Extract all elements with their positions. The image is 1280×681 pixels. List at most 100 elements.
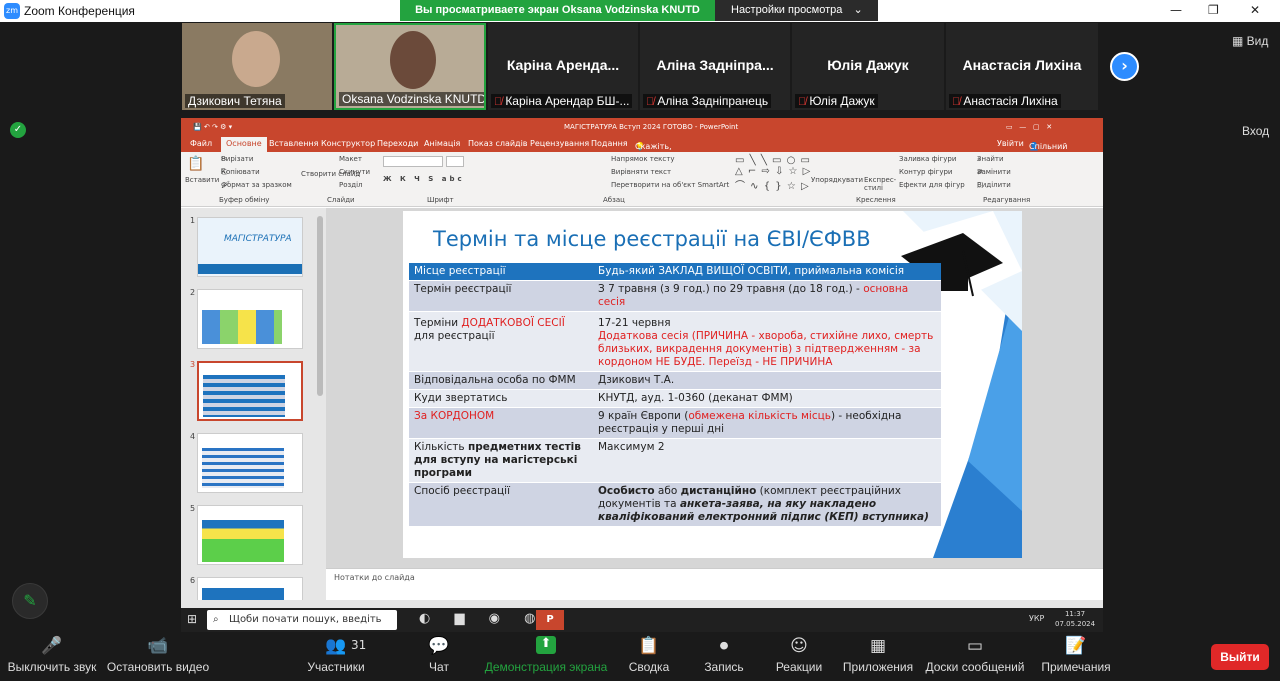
paste-button[interactable]: Вставити xyxy=(185,176,219,184)
table-row: Відповідальна особа по ФММ Дзикович Т.А. xyxy=(409,371,941,390)
view-options-button[interactable]: Настройки просмотра ⌄ xyxy=(715,0,878,21)
leave-button[interactable]: Выйти xyxy=(1211,644,1269,670)
grid-icon: ▦ xyxy=(1232,34,1247,48)
view-options-label: Настройки просмотра xyxy=(731,4,843,16)
tab-insert[interactable]: Вставлення xyxy=(269,139,318,148)
reactions-button[interactable]: Реакции xyxy=(776,660,822,674)
slide-canvas[interactable]: Термін та місце реєстрації на ЄВІ/ЄФВВ М… xyxy=(403,211,1022,558)
replace-label: Замінити xyxy=(977,168,1011,176)
tab-file[interactable]: Файл xyxy=(190,139,212,148)
slide-thumbnail[interactable] xyxy=(197,505,303,565)
chat-button[interactable]: Чат xyxy=(429,660,449,674)
participant-tile[interactable]: Дзикович Тетяна xyxy=(182,23,332,110)
slide-thumbnail[interactable] xyxy=(197,433,303,493)
table-cell: Максимум 2 xyxy=(593,438,941,483)
whiteboards-icon[interactable]: ▭ xyxy=(967,636,983,656)
participant-tile[interactable]: Юлія Дажук 🎙̸ Юлія Дажук xyxy=(792,23,944,110)
participant-tile[interactable]: Аліна Задніпра... 🎙̸ Аліна Задніпранець xyxy=(640,23,790,110)
exit-fullscreen-button[interactable]: Вход xyxy=(1242,124,1269,138)
tab-view[interactable]: Подання xyxy=(591,139,628,148)
thumb-number: 3 xyxy=(190,360,196,369)
align-text-button[interactable]: Вирівняти текст xyxy=(611,168,671,176)
shape-fill-button[interactable]: Заливка фігури xyxy=(899,155,956,163)
smartart-button[interactable]: Перетворити на об'єкт SmartArt xyxy=(611,181,729,189)
close-icon[interactable]: ✕ xyxy=(1250,3,1260,17)
ppt-window-controls-icon[interactable]: ▭ — ▢ ✕ xyxy=(1006,118,1052,136)
chat-icon[interactable]: 💬 xyxy=(428,636,449,656)
cell-text: Терміни xyxy=(414,317,462,329)
ppt-ribbon: 📋 Вставити ✂ Вирізати ⎘ Копіювати 🖌 Форм… xyxy=(181,152,1103,207)
slide-notes[interactable]: Нотатки до слайда xyxy=(326,568,1103,600)
font-size-input[interactable] xyxy=(446,156,464,167)
muted-mic-icon: 🎙̸ xyxy=(494,96,506,108)
reset-button[interactable]: Скинути xyxy=(339,168,370,176)
summary-icon[interactable]: 📋 xyxy=(638,636,659,656)
select-label: Виділити xyxy=(977,181,1011,189)
cell-text: 17-21 червня xyxy=(598,317,671,329)
shape-effects-button[interactable]: Ефекти для фігур xyxy=(899,181,965,189)
tab-design[interactable]: Конструктор xyxy=(321,139,375,148)
tab-home[interactable]: Основне xyxy=(221,137,267,152)
mute-button[interactable]: Выключить звук xyxy=(8,660,97,674)
table-row: Куди звертатись КНУТД, ауд. 1-0360 (дека… xyxy=(409,389,941,408)
notes-button[interactable]: Примечания xyxy=(1041,660,1110,674)
annotate-pen-icon[interactable]: ✎ xyxy=(12,583,48,619)
section-button[interactable]: Розділ xyxy=(339,181,363,189)
table-cell: З 7 травня (з 9 год.) по 29 травня (до 1… xyxy=(593,280,941,312)
copy-label: Копіювати xyxy=(221,168,260,176)
windows-start-icon[interactable]: ⊞ xyxy=(187,612,197,626)
video-camera-icon[interactable]: 📹 xyxy=(147,636,168,656)
powerpoint-taskbar-icon[interactable]: P xyxy=(536,610,564,630)
ppt-title: МАГІСТРАТУРА Вступ 2024 ГОТОВО - PowerPo… xyxy=(564,123,739,131)
reactions-icon[interactable]: ☺ xyxy=(790,636,808,656)
next-participants-arrow-icon[interactable]: › xyxy=(1110,52,1139,81)
apps-button[interactable]: Приложения xyxy=(843,660,913,674)
ppt-quick-access-icon[interactable]: 💾 ↶ ↷ ⚙ ▾ xyxy=(193,118,232,136)
shape-outline-button[interactable]: Контур фігури xyxy=(899,168,952,176)
summary-button[interactable]: Сводка xyxy=(629,660,670,674)
view-button[interactable]: ▦ Вид xyxy=(1232,34,1268,48)
slide-thumbnail[interactable] xyxy=(197,289,303,349)
paragraph-group-label: Абзац xyxy=(603,196,625,204)
notes-icon[interactable]: 📝 xyxy=(1065,636,1086,656)
microphone-icon[interactable]: 🎤 xyxy=(41,636,62,656)
participant-tile[interactable]: Анастасія Лихіна 🎙̸ Анастасія Лихіна xyxy=(946,23,1098,110)
signin-link[interactable]: Увійти xyxy=(997,139,1024,148)
stop-video-button[interactable]: Остановить видео xyxy=(107,660,209,674)
participant-tile-active-speaker[interactable]: Oksana Vodzinska KNUTD xyxy=(334,23,486,110)
windows-taskbar: ⊞ ⌕ Щоби почати пошук, введіть ◐ ▆ ◉ ◍ P … xyxy=(181,608,1103,632)
font-format-icons[interactable]: Ж К Ч S abc xyxy=(383,175,465,183)
record-icon[interactable]: ⏺ xyxy=(720,636,729,656)
tab-slideshow[interactable]: Показ слайдів xyxy=(468,139,528,148)
font-name-input[interactable] xyxy=(383,156,443,167)
cell-text: 9 країн Європи ( xyxy=(598,410,689,422)
participants-button[interactable]: Участники xyxy=(307,660,364,674)
maximize-icon[interactable]: ❐ xyxy=(1208,3,1219,17)
layout-button[interactable]: Макет xyxy=(339,155,362,163)
tab-review[interactable]: Рецензування xyxy=(530,139,589,148)
quick-styles-button[interactable]: Експрес-стилі xyxy=(864,176,898,192)
slide-thumbnail[interactable]: МАГІСТРАТУРА xyxy=(197,217,303,277)
ppt-titlebar: 💾 ↶ ↷ ⚙ ▾ МАГІСТРАТУРА Вступ 2024 ГОТОВО… xyxy=(181,118,1103,136)
participant-tile[interactable]: Каріна Аренда... 🎙̸ Каріна Арендар БШ-..… xyxy=(488,23,638,110)
apps-icon[interactable]: ▦ xyxy=(870,636,886,656)
taskbar-app-icons[interactable]: ◐ ▆ ◉ ◍ xyxy=(419,611,545,626)
slide-thumbnail-selected[interactable] xyxy=(197,361,303,421)
tab-animations[interactable]: Анімація xyxy=(424,139,460,148)
participants-icon[interactable]: 👥 xyxy=(325,636,346,656)
security-shield-icon[interactable]: ✓ xyxy=(10,122,26,138)
shapes-gallery-icon[interactable]: ▭ ╲ ╲ ▭ ○ ▭ △ ⌐ ⇨ ⇩ ☆ ▷ ⌒ ∿ { } ☆ ▷ xyxy=(735,155,811,192)
minimize-icon[interactable]: — xyxy=(1170,3,1182,17)
whiteboards-button[interactable]: Доски сообщений xyxy=(925,660,1024,674)
thumbnails-scrollbar[interactable] xyxy=(317,216,323,396)
taskbar-search-box[interactable]: ⌕ Щоби почати пошук, введіть xyxy=(207,610,397,630)
paste-icon[interactable]: 📋 xyxy=(187,156,204,172)
share-screen-button[interactable]: Демонстрация экрана xyxy=(485,660,608,674)
arrange-button[interactable]: Упорядкувати xyxy=(811,176,863,184)
cell-text: або xyxy=(654,485,681,497)
share-screen-icon[interactable]: ⬆ xyxy=(536,636,556,654)
tab-transitions[interactable]: Переходи xyxy=(377,139,418,148)
participant-display-name: Юлія Дажук xyxy=(827,57,909,73)
record-button[interactable]: Запись xyxy=(704,660,743,674)
text-direction-button[interactable]: Напрямок тексту xyxy=(611,155,674,163)
